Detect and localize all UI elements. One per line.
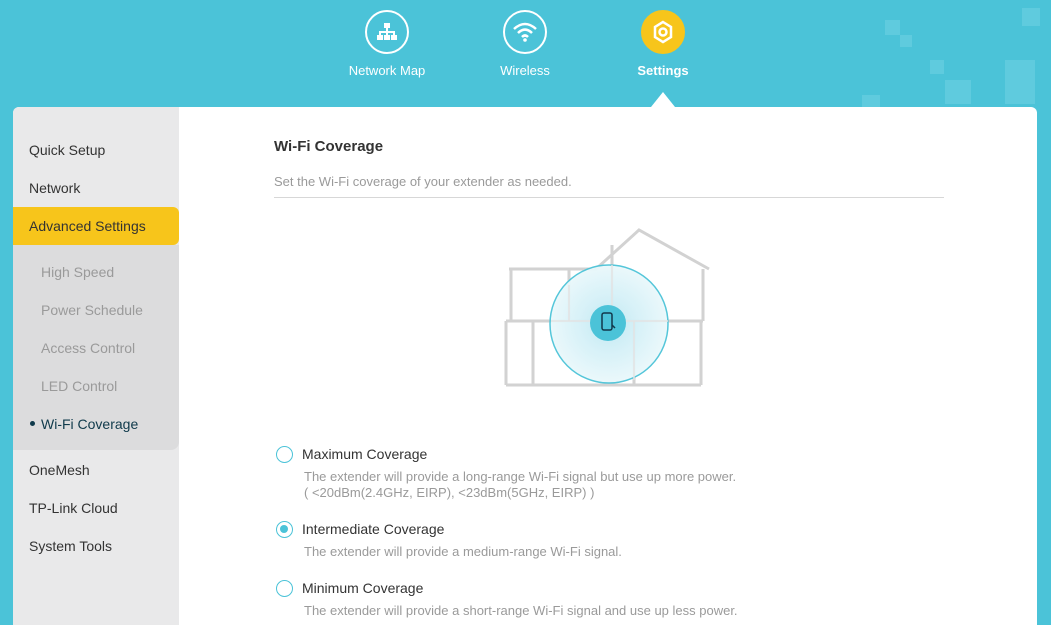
submenu-item-label: Wi-Fi Coverage bbox=[41, 416, 139, 432]
submenu-item-access-control[interactable]: Access Control bbox=[13, 329, 179, 367]
decorative-square bbox=[930, 60, 944, 74]
decorative-square bbox=[1022, 8, 1040, 26]
option-label: Maximum Coverage bbox=[302, 446, 428, 462]
content-card: Quick Setup Network High Speed Power Sch… bbox=[13, 107, 1037, 625]
option-intermediate-coverage[interactable]: Intermediate Coverage The extender will … bbox=[276, 521, 896, 561]
option-maximum-coverage[interactable]: Maximum Coverage The extender will provi… bbox=[276, 446, 896, 506]
divider bbox=[274, 197, 944, 198]
submenu-item-wifi-coverage[interactable]: Wi-Fi Coverage bbox=[13, 405, 179, 443]
nav-label: Wireless bbox=[500, 63, 550, 78]
nav-network-map[interactable]: Network Map bbox=[327, 10, 447, 78]
option-desc-line: The extender will provide a short-range … bbox=[304, 603, 738, 618]
decorative-square bbox=[900, 35, 912, 47]
sidebar-item-quick-setup[interactable]: Quick Setup bbox=[13, 131, 179, 169]
sidebar-item-advanced-settings[interactable]: Advanced Settings bbox=[13, 207, 179, 245]
option-label: Intermediate Coverage bbox=[302, 521, 445, 537]
extender-device-icon bbox=[590, 305, 626, 341]
network-map-icon bbox=[365, 10, 409, 54]
radio-maximum-coverage[interactable] bbox=[276, 446, 293, 463]
radio-intermediate-coverage[interactable] bbox=[276, 521, 293, 538]
page-description: Set the Wi-Fi coverage of your extender … bbox=[274, 174, 572, 189]
active-nav-pointer bbox=[651, 92, 675, 107]
sidebar-item-network[interactable]: Network bbox=[13, 169, 179, 207]
advanced-submenu: High Speed Power Schedule Access Control… bbox=[13, 245, 179, 450]
submenu-item-power-schedule[interactable]: Power Schedule bbox=[13, 291, 179, 329]
settings-gear-icon bbox=[641, 10, 685, 54]
radio-minimum-coverage[interactable] bbox=[276, 580, 293, 597]
active-bullet bbox=[30, 421, 35, 426]
option-desc-line: ( <20dBm(2.4GHz, EIRP), <23dBm(5GHz, EIR… bbox=[304, 485, 595, 500]
option-desc-line: The extender will provide a long-range W… bbox=[304, 469, 737, 484]
nav-settings[interactable]: Settings bbox=[603, 10, 723, 78]
option-label: Minimum Coverage bbox=[302, 580, 424, 596]
decorative-square bbox=[945, 80, 971, 104]
sidebar-item-system-tools[interactable]: System Tools bbox=[13, 527, 179, 565]
coverage-house-illustration bbox=[504, 228, 710, 387]
option-minimum-coverage[interactable]: Minimum Coverage The extender will provi… bbox=[276, 580, 896, 620]
nav-wireless[interactable]: Wireless bbox=[465, 10, 585, 78]
decorative-square bbox=[862, 95, 880, 107]
option-desc-line: The extender will provide a medium-range… bbox=[304, 544, 622, 559]
wifi-icon bbox=[503, 10, 547, 54]
decorative-square bbox=[885, 20, 900, 35]
sidebar: Quick Setup Network High Speed Power Sch… bbox=[13, 107, 179, 625]
option-description: The extender will provide a short-range … bbox=[304, 603, 738, 619]
top-header: Network Map Wireless Settings bbox=[0, 0, 1051, 110]
submenu-item-high-speed[interactable]: High Speed bbox=[13, 253, 179, 291]
sidebar-item-onemesh[interactable]: OneMesh bbox=[13, 451, 179, 489]
nav-label: Network Map bbox=[348, 63, 426, 78]
nav-label: Settings bbox=[637, 63, 689, 78]
option-description: The extender will provide a long-range W… bbox=[304, 469, 736, 501]
sidebar-item-tp-link-cloud[interactable]: TP-Link Cloud bbox=[13, 489, 179, 527]
page-title: Wi-Fi Coverage bbox=[274, 138, 384, 155]
submenu-item-led-control[interactable]: LED Control bbox=[13, 367, 179, 405]
decorative-square bbox=[1005, 60, 1035, 104]
option-description: The extender will provide a medium-range… bbox=[304, 544, 622, 560]
